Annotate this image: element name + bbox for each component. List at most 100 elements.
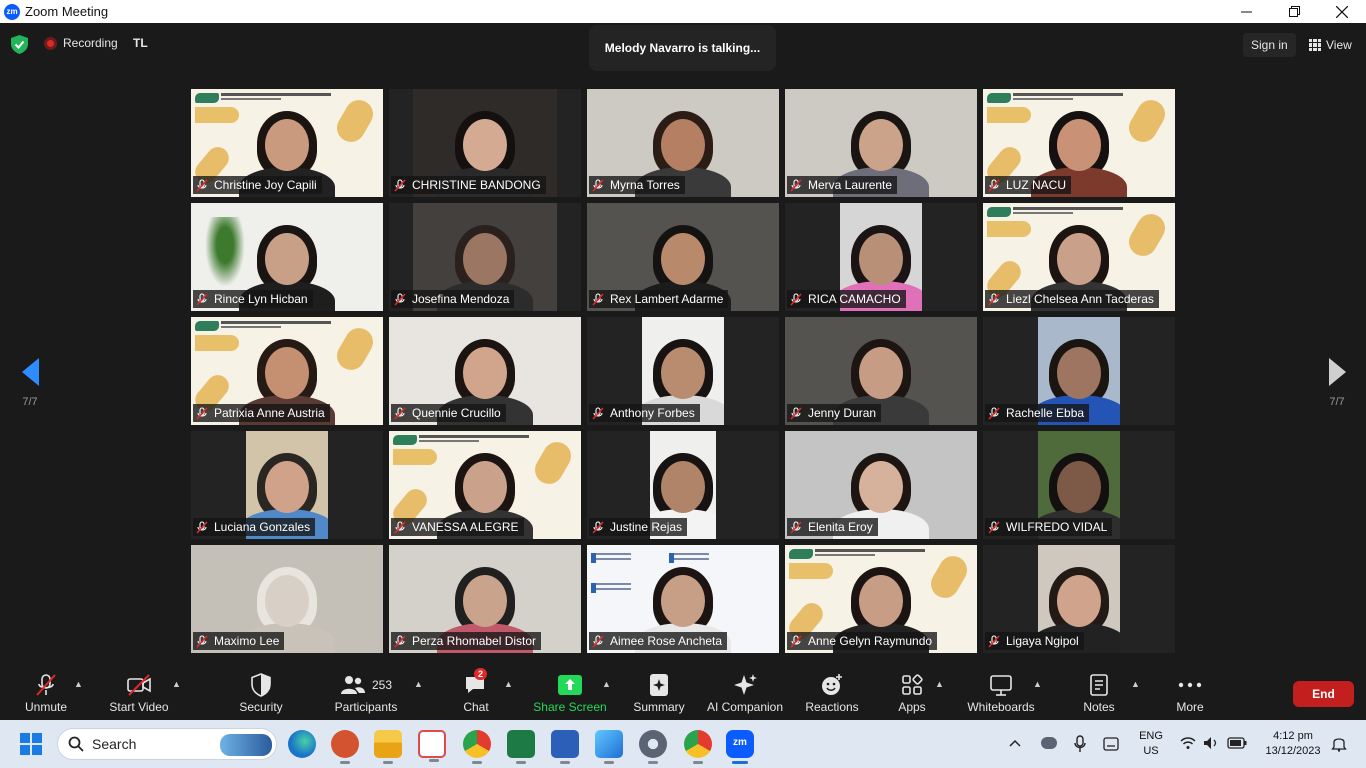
participant-tile[interactable]: VANESSA ALEGRE [389, 431, 581, 539]
wifi-icon[interactable] [1180, 736, 1196, 750]
recording-indicator[interactable]: Recording [44, 36, 118, 50]
chrome-profile-icon[interactable] [684, 730, 712, 764]
next-page-button[interactable]: 7/7 [1317, 358, 1357, 408]
taskbar-search-box[interactable]: Search [57, 728, 277, 760]
reactions-button[interactable]: Reactions [804, 664, 860, 720]
battery-icon[interactable] [1227, 737, 1247, 749]
participant-tile[interactable]: Maximo Lee [191, 545, 383, 653]
banner-swoosh-decoration [331, 94, 379, 148]
start-video-button[interactable]: Start Video [106, 664, 172, 720]
participant-tile[interactable]: Rince Lyn Hicban [191, 203, 383, 311]
photos-icon[interactable] [595, 730, 623, 764]
shield-check-icon[interactable] [11, 35, 28, 54]
plant-decoration [205, 217, 245, 287]
participant-tile[interactable]: Elenita Eroy [785, 431, 977, 539]
windows-start-icon[interactable] [20, 733, 42, 755]
participant-tile[interactable]: Perza Rhomabel Distor [389, 545, 581, 653]
unmute-button[interactable]: Unmute [20, 664, 72, 720]
krulsan-logo-icon [591, 553, 631, 563]
audio-options-caret-icon[interactable]: ▲ [74, 679, 83, 689]
file-explorer-icon[interactable] [374, 730, 402, 764]
view-button[interactable]: View [1303, 33, 1358, 57]
chat-button[interactable]: 2 Chat [456, 664, 496, 720]
restore-icon[interactable] [1270, 0, 1318, 23]
chrome-icon[interactable] [463, 730, 491, 764]
participant-tile[interactable]: Luciana Gonzales [191, 431, 383, 539]
participant-tile[interactable]: Patrixia Anne Austria [191, 317, 383, 425]
summary-button[interactable]: Summary [630, 664, 688, 720]
edge-icon[interactable] [288, 730, 316, 758]
window-controls [1222, 0, 1366, 23]
participant-tile[interactable]: Anne Gelyn Raymundo [785, 545, 977, 653]
participant-tile[interactable]: Anthony Forbes [587, 317, 779, 425]
excel-icon[interactable] [507, 730, 535, 764]
shield-icon [250, 672, 272, 698]
clock[interactable]: 4:12 pm 13/12/2023 [1258, 729, 1328, 759]
participants-options-caret-icon[interactable]: ▲ [414, 679, 423, 689]
window-title: Zoom Meeting [25, 4, 109, 19]
participant-name: Maximo Lee [214, 634, 280, 648]
speaker-icon[interactable] [1203, 736, 1219, 750]
ai-companion-button[interactable]: AI Companion [704, 664, 786, 720]
participant-face [1057, 119, 1101, 171]
language-indicator[interactable]: ENG US [1136, 729, 1166, 759]
notes-button[interactable]: Notes [1080, 664, 1118, 720]
end-meeting-button[interactable]: End [1293, 681, 1354, 707]
participant-tile[interactable]: Merva Laurente [785, 89, 977, 197]
zoom-icon[interactable]: zm [726, 730, 754, 764]
notes-options-caret-icon[interactable]: ▲ [1131, 679, 1140, 689]
whiteboards-button[interactable]: Whiteboards [964, 664, 1038, 720]
more-button[interactable]: More [1170, 664, 1210, 720]
snipping-tool-icon[interactable] [418, 730, 446, 762]
participant-tile[interactable]: CHRISTINE BANDONG [389, 89, 581, 197]
apps-button[interactable]: Apps [892, 664, 932, 720]
participant-tile[interactable]: WILFREDO VIDAL [983, 431, 1175, 539]
participant-tile[interactable]: Rachelle Ebba [983, 317, 1175, 425]
share-screen-button[interactable]: Share Screen [532, 664, 608, 720]
security-button[interactable]: Security [236, 664, 286, 720]
participants-count: 253 [371, 678, 393, 692]
notes-label: Notes [1083, 700, 1115, 714]
banner-text-decoration [1013, 93, 1123, 96]
minimize-icon[interactable] [1222, 0, 1270, 23]
apps-label: Apps [898, 700, 926, 714]
participant-tile[interactable]: Ligaya Ngipol [983, 545, 1175, 653]
participant-tile[interactable]: Liezl Chelsea Ann Tacderas [983, 203, 1175, 311]
banner-text-decoration [221, 98, 281, 100]
participant-tile[interactable]: Rex Lambert Adarme [587, 203, 779, 311]
participant-tile[interactable]: Christine Joy Capili [191, 89, 383, 197]
participant-tile[interactable]: Myrna Torres [587, 89, 779, 197]
participant-tile[interactable]: Jenny Duran [785, 317, 977, 425]
muted-microphone-icon [790, 520, 802, 534]
participant-tile[interactable]: Justine Rejas [587, 431, 779, 539]
cloud-sync-icon[interactable] [1041, 737, 1057, 749]
participant-name-label: Quennie Crucillo [391, 404, 506, 422]
participant-tile[interactable]: Quennie Crucillo [389, 317, 581, 425]
notification-bell-icon[interactable] [1331, 735, 1347, 752]
settings-icon[interactable] [639, 730, 667, 764]
previous-page-button[interactable]: 7/7 [10, 358, 50, 408]
participant-tile[interactable]: Aimee Rose Ancheta [587, 545, 779, 653]
whiteboards-options-caret-icon[interactable]: ▲ [1033, 679, 1042, 689]
participant-tile[interactable]: LUZ NACU [983, 89, 1175, 197]
muted-microphone-icon [988, 406, 1000, 420]
participants-button[interactable]: 253 Participants [330, 664, 402, 720]
microphone-icon[interactable] [1074, 735, 1086, 753]
close-icon[interactable] [1318, 0, 1366, 23]
apps-options-caret-icon[interactable]: ▲ [935, 679, 944, 689]
participant-tile[interactable]: RICA CAMACHO [785, 203, 977, 311]
word-icon[interactable] [551, 730, 579, 764]
picpa-logo-icon [195, 93, 219, 103]
zoom-meeting-window: zm Zoom Meeting Recording TL Sign in Vie… [0, 0, 1366, 768]
video-options-caret-icon[interactable]: ▲ [172, 679, 181, 689]
chevron-up-icon[interactable] [1009, 739, 1021, 747]
powerpoint-icon[interactable] [331, 730, 359, 764]
chat-options-caret-icon[interactable]: ▲ [504, 679, 513, 689]
chat-label: Chat [463, 700, 489, 714]
keyboard-icon[interactable] [1103, 737, 1119, 751]
sign-in-button[interactable]: Sign in [1243, 33, 1296, 57]
participant-tile[interactable]: Josefina Mendoza [389, 203, 581, 311]
participant-face [463, 119, 507, 171]
host-initials[interactable]: TL [133, 36, 148, 50]
share-options-caret-icon[interactable]: ▲ [602, 679, 611, 689]
